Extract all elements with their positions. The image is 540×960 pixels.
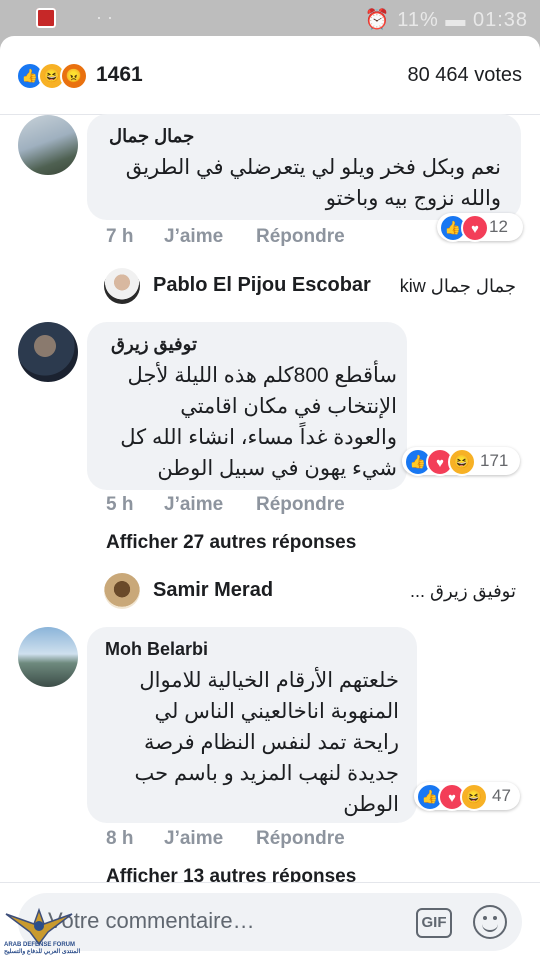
forum-watermark-logo: ARAB DEFENSE FORUM المنتدى العربي للدفاع… — [4, 906, 80, 960]
reply-preview[interactable]: Pablo El Pijou Escobar جمال جمال kiw — [104, 266, 524, 306]
comment-time: 8 h — [106, 828, 134, 849]
reply-preview[interactable]: Samir Merad توفيق زيرق ... — [104, 571, 524, 611]
reply-author: Samir Merad — [153, 579, 274, 601]
reaction-count: 171 — [480, 451, 509, 470]
show-more-replies-link[interactable]: Afficher 27 autres réponses — [106, 532, 356, 554]
status-indicators: ⏰ 11% ▬ 01:38 — [364, 9, 528, 31]
comment-time: 7 h — [106, 226, 134, 247]
comment-author[interactable]: جمال جمال — [109, 126, 194, 147]
comment-bubble: جمال جمال نعم وبكل فخر ويلو لي يتعرضلي ف… — [87, 114, 521, 220]
comment-text: سأقطع 800كلم هذه الليلة لأجل الإنتخاب في… — [120, 364, 397, 480]
reply-button[interactable]: Répondre — [256, 226, 345, 248]
comment-author[interactable]: Moh Belarbi — [105, 639, 208, 660]
reaction-total: 1461 — [96, 63, 143, 86]
angry-icon: 😠 — [60, 62, 88, 90]
comment-reactions[interactable]: 👍 ♥ 😆 47 — [414, 782, 520, 811]
watermark-caption: ARAB DEFENSE FORUM المنتدى العربي للدفاع… — [4, 942, 81, 955]
avatar[interactable] — [18, 115, 78, 175]
reply-button[interactable]: Répondre — [256, 828, 345, 850]
reaction-count: 47 — [492, 786, 511, 805]
avatar[interactable] — [18, 627, 78, 687]
status-bar: · · ⏰ 11% ▬ 01:38 — [0, 0, 540, 36]
reply-button[interactable]: Répondre — [256, 494, 345, 516]
eagle-logo-icon — [5, 907, 73, 946]
reactions-summary[interactable]: 👍 😆 😠 1461 80 464 votes — [0, 36, 540, 115]
like-button[interactable]: J’aime — [164, 494, 223, 516]
reply-snippet: توفيق زيرق ... — [410, 581, 516, 601]
comment-text: نعم وبكل فخر ويلو لي يتعرضلي في الطريق و… — [125, 156, 501, 210]
comments-sheet: 👍 😆 😠 1461 80 464 votes جمال جمال نعم وب… — [0, 36, 540, 960]
status-dots: · · — [96, 7, 113, 27]
reply-snippet: جمال جمال kiw — [399, 276, 516, 296]
comment-reactions[interactable]: 👍 ♥ 12 — [437, 213, 523, 242]
comment-bubble: Moh Belarbi خلعتهم الأرقام الخيالية للام… — [87, 627, 417, 823]
comment-reactions[interactable]: 👍 ♥ 😆 171 — [402, 447, 520, 476]
comment-text: خلعتهم الأرقام الخيالية للاموال المنهوبة… — [134, 669, 399, 816]
votes-count: 80 464 votes — [407, 64, 522, 86]
comment-time: 5 h — [106, 494, 134, 515]
avatar — [104, 573, 140, 609]
gif-icon[interactable]: GIF — [416, 908, 452, 938]
like-button[interactable]: J’aime — [164, 226, 223, 248]
app-notification-icon — [36, 8, 56, 28]
avatar[interactable] — [18, 322, 78, 382]
reply-author: Pablo El Pijou Escobar — [153, 274, 371, 296]
avatar — [104, 268, 140, 304]
haha-icon: 😆 — [460, 783, 488, 811]
comment-author[interactable]: توفيق زيرق — [111, 334, 197, 355]
comment-bubble: توفيق زيرق سأقطع 800كلم هذه الليلة لأجل … — [87, 322, 407, 490]
comment-placeholder: Votre commentaire… — [48, 908, 255, 933]
love-icon: ♥ — [461, 214, 489, 242]
reaction-count: 12 — [489, 217, 508, 236]
like-button[interactable]: J’aime — [164, 828, 223, 850]
haha-icon: 😆 — [448, 448, 476, 476]
emoji-icon[interactable] — [473, 905, 507, 939]
